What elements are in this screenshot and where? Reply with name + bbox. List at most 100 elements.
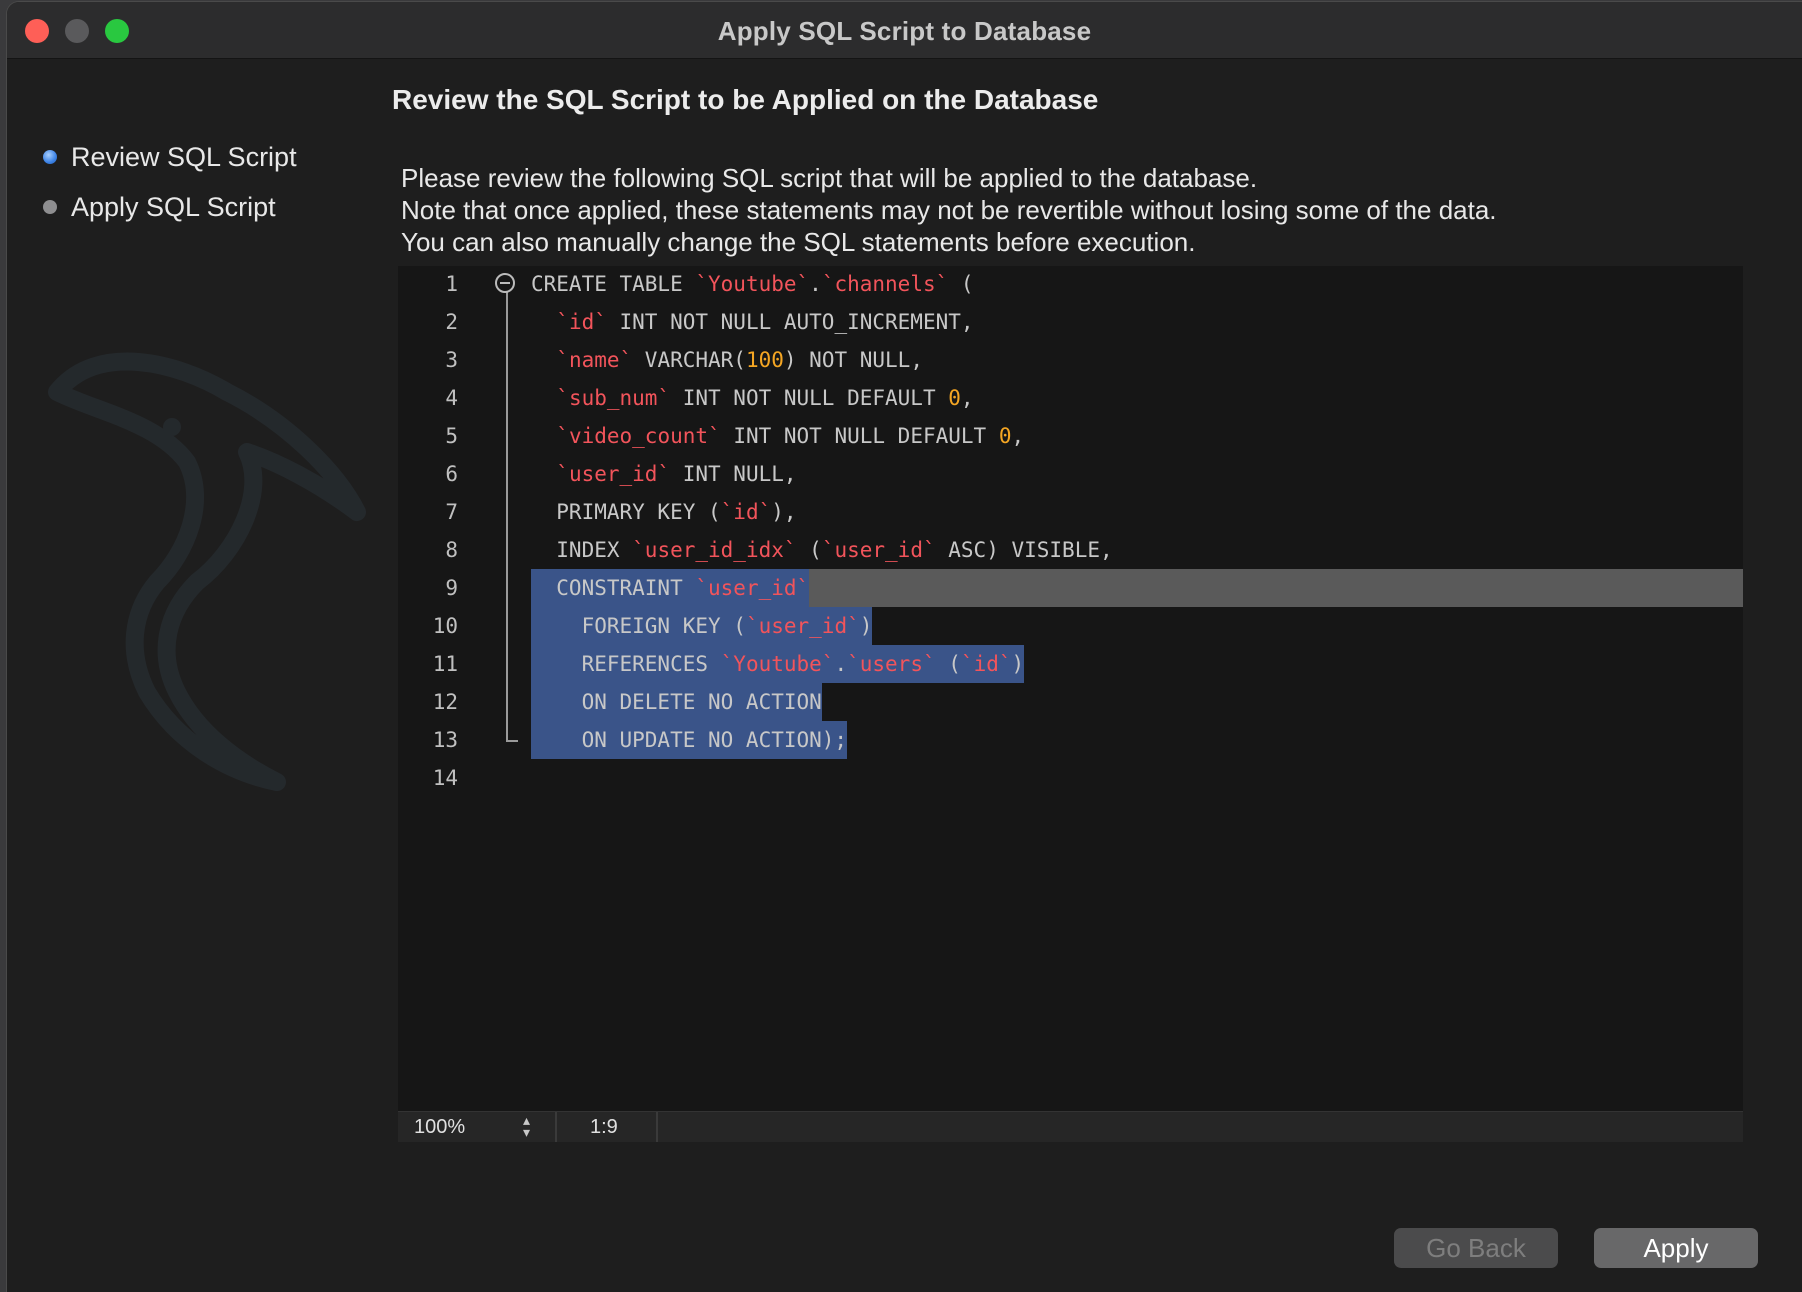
- code-text: `name` VARCHAR(100) NOT NULL,: [531, 341, 923, 379]
- identifier-token: `sub_num`: [556, 386, 671, 410]
- line-number: 2: [445, 310, 458, 334]
- steps-list: Review SQL Script Apply SQL Script: [43, 132, 297, 232]
- code-text: FOREIGN KEY (`user_id`): [531, 607, 873, 645]
- line-number: 14: [432, 766, 458, 790]
- code-line[interactable]: 6 `user_id` INT NULL,: [398, 455, 1743, 493]
- dialog-window: Apply SQL Script to Database Review SQL …: [7, 2, 1802, 1292]
- line-number: 5: [445, 424, 458, 448]
- code-line[interactable]: 9 CONSTRAINT `user_id`: [398, 569, 1743, 607]
- identifier-token: `Youtube`: [720, 652, 835, 676]
- editor-status-bar: 100% ▴ ▾ 1:9: [398, 1111, 1743, 1142]
- code-line[interactable]: 11 REFERENCES `Youtube`.`users` (`id`): [398, 645, 1743, 683]
- code-line[interactable]: 1 CREATE TABLE `Youtube`.`channels` (: [398, 266, 1743, 303]
- zoom-level[interactable]: 100%: [414, 1116, 465, 1139]
- status-divider: [555, 1112, 557, 1142]
- identifier-token: `user_id_idx`: [632, 538, 797, 562]
- identifier-token: `user_id`: [745, 614, 860, 638]
- line-number: 12: [432, 690, 458, 714]
- code-text: CONSTRAINT `user_id`: [531, 569, 810, 607]
- identifier-token: `name`: [556, 348, 633, 372]
- code-text: INDEX `user_id_idx` (`user_id` ASC) VISI…: [531, 531, 1113, 569]
- code-text: ON DELETE NO ACTION: [531, 683, 822, 721]
- number-token: 0: [998, 424, 1012, 448]
- code-line[interactable]: 3 `name` VARCHAR(100) NOT NULL,: [398, 341, 1743, 379]
- code-token: (: [948, 272, 974, 296]
- code-token: INT NOT NULL AUTO_INCREMENT,: [606, 310, 974, 334]
- code-text: PRIMARY KEY (`id`),: [531, 493, 796, 531]
- code-token: INDEX: [531, 538, 633, 562]
- title-bar: Apply SQL Script to Database: [7, 2, 1802, 59]
- code-line[interactable]: 14: [398, 759, 1743, 797]
- step-item[interactable]: Apply SQL Script: [43, 182, 297, 232]
- code-token: ,: [960, 386, 974, 410]
- code-line[interactable]: 5 `video_count` INT NOT NULL DEFAULT 0,: [398, 417, 1743, 455]
- code-token: (: [935, 652, 961, 676]
- code-token: ,: [1011, 424, 1025, 448]
- code-line[interactable]: 8 INDEX `user_id_idx` (`user_id` ASC) VI…: [398, 531, 1743, 569]
- code-text: `video_count` INT NOT NULL DEFAULT 0,: [531, 417, 1024, 455]
- code-token: PRIMARY KEY (: [531, 500, 721, 524]
- code-text: ON UPDATE NO ACTION);: [531, 721, 848, 759]
- code-token: ): [859, 614, 873, 638]
- code-token: INT NULL,: [670, 462, 797, 486]
- identifier-token: `id`: [720, 500, 772, 524]
- code-line[interactable]: 12 ON DELETE NO ACTION: [398, 683, 1743, 721]
- line-number: 1: [445, 272, 458, 296]
- code-text: `sub_num` INT NOT NULL DEFAULT 0,: [531, 379, 974, 417]
- line-number: 9: [445, 576, 458, 600]
- description: Please review the following SQL script t…: [401, 162, 1497, 258]
- line-number: 6: [445, 462, 458, 486]
- code-line[interactable]: 2 `id` INT NOT NULL AUTO_INCREMENT,: [398, 303, 1743, 341]
- code-token: .: [809, 272, 822, 296]
- identifier-token: `Youtube`: [695, 272, 810, 296]
- code-text: `user_id` INT NULL,: [531, 455, 797, 493]
- number-token: 0: [948, 386, 961, 410]
- cursor-position: 1:9: [590, 1116, 618, 1138]
- line-number: 4: [445, 386, 458, 410]
- code-line[interactable]: 10 FOREIGN KEY (`user_id`): [398, 607, 1743, 645]
- code-token: ON DELETE NO ACTION: [531, 690, 822, 714]
- code-token: ASC) VISIBLE,: [935, 538, 1113, 562]
- code-token: INT NOT NULL DEFAULT: [720, 424, 999, 448]
- go-back-button[interactable]: Go Back: [1394, 1228, 1558, 1268]
- code-token: VARCHAR(: [632, 348, 746, 372]
- identifier-token: `video_count`: [556, 424, 721, 448]
- fold-guide-end: [506, 740, 518, 742]
- step-item[interactable]: Review SQL Script: [43, 132, 297, 182]
- line-number: 10: [432, 614, 458, 638]
- description-line: Please review the following SQL script t…: [401, 163, 1258, 193]
- code-line[interactable]: 13 ON UPDATE NO ACTION);: [398, 721, 1743, 759]
- code-token: ): [1011, 652, 1025, 676]
- identifier-token: `users`: [847, 652, 936, 676]
- step-label: Review SQL Script: [71, 141, 297, 172]
- code-text: REFERENCES `Youtube`.`users` (`id`): [531, 645, 1025, 683]
- step-bullet-icon: [43, 150, 57, 164]
- step-label: Apply SQL Script: [71, 191, 276, 222]
- sql-editor[interactable]: 1 CREATE TABLE `Youtube`.`channels` (2 `i…: [398, 266, 1743, 1142]
- dolphin-logo-icon: [48, 352, 366, 791]
- window-title: Apply SQL Script to Database: [717, 16, 1092, 46]
- description-line: You can also manually change the SQL sta…: [401, 227, 1196, 257]
- code-line[interactable]: 7 PRIMARY KEY (`id`),: [398, 493, 1743, 531]
- code-text: CREATE TABLE `Youtube`.`channels` (: [531, 266, 974, 303]
- step-bullet-icon: [43, 200, 57, 214]
- line-number: 3: [445, 348, 458, 372]
- identifier-token: `id`: [556, 310, 607, 334]
- identifier-token: `user_id`: [821, 538, 936, 562]
- code-text: `id` INT NOT NULL AUTO_INCREMENT,: [531, 303, 974, 341]
- code-token: ) NOT NULL,: [783, 348, 923, 372]
- code-token: ON UPDATE NO ACTION);: [531, 728, 848, 752]
- code-token: (: [796, 538, 822, 562]
- code-token: CREATE TABLE: [531, 272, 696, 296]
- apply-button[interactable]: Apply: [1594, 1228, 1758, 1268]
- code-line[interactable]: 4 `sub_num` INT NOT NULL DEFAULT 0,: [398, 379, 1743, 417]
- identifier-token: `user_id`: [695, 576, 810, 600]
- fold-collapse-icon[interactable]: [495, 273, 515, 293]
- identifier-token: `user_id`: [556, 462, 671, 486]
- zoom-stepper-icon[interactable]: ▴ ▾: [523, 1113, 530, 1139]
- number-token: 100: [745, 348, 784, 372]
